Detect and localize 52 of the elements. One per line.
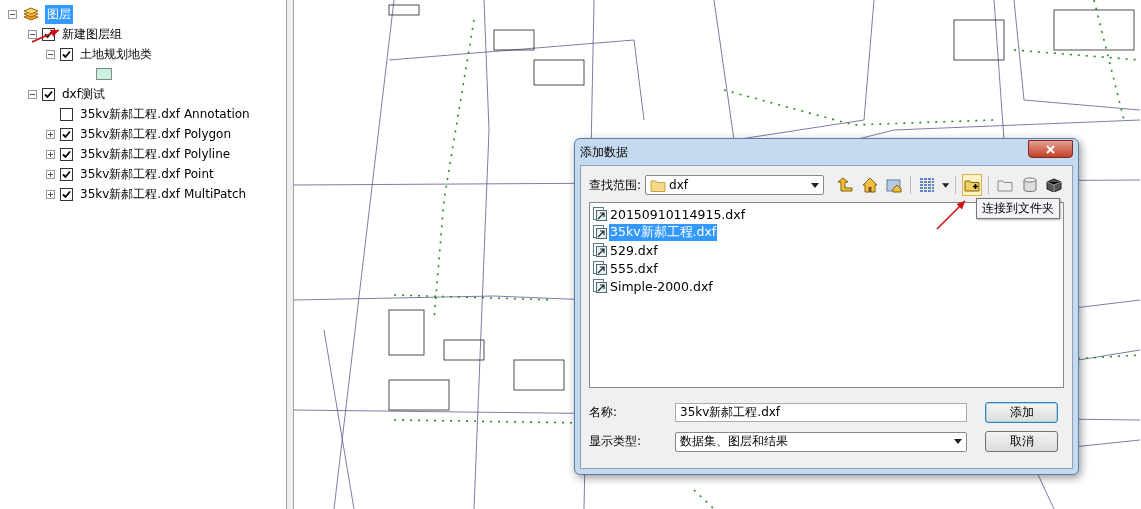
add-button[interactable]: 添加 [985, 402, 1058, 423]
layer-name[interactable]: 新建图层组 [60, 24, 124, 44]
expand-icon[interactable] [46, 129, 55, 139]
file-item[interactable]: Simple-2000.dxf [609, 278, 714, 294]
layer-name[interactable]: 35kv新郝工程.dxf Annotation [78, 104, 252, 124]
dropdown-caret-icon [941, 182, 949, 188]
dxf-file-icon [592, 278, 608, 294]
annotation-arrow [936, 200, 966, 230]
connect-folder-icon[interactable] [961, 174, 983, 196]
checkbox[interactable] [60, 187, 73, 201]
name-label: 名称: [589, 404, 619, 421]
dxf-file-icon [592, 224, 608, 240]
dxf-file-icon [592, 260, 608, 276]
look-in-label: 查找范围: [589, 176, 642, 194]
checkbox[interactable] [42, 87, 55, 101]
collapse-icon[interactable] [28, 89, 37, 99]
dxf-file-icon [592, 242, 608, 258]
dxf-file-icon [592, 206, 608, 222]
collapse-icon[interactable] [46, 49, 55, 59]
checkbox[interactable] [60, 147, 73, 161]
cancel-button[interactable]: 取消 [985, 431, 1058, 452]
file-item[interactable]: 555.dxf [609, 260, 659, 276]
layer-name[interactable]: 35kv新郝工程.dxf Polyline [78, 144, 233, 164]
folder-icon [650, 178, 667, 192]
collapse-icon[interactable] [8, 9, 17, 19]
checkbox[interactable] [60, 167, 73, 181]
collapse-icon[interactable] [28, 29, 37, 39]
tooltip: 连接到文件夹 [976, 198, 1060, 219]
layer-name[interactable]: 35kv新郝工程.dxf MultiPatch [78, 184, 249, 204]
layer-name[interactable]: 35kv新郝工程.dxf Polygon [78, 124, 234, 144]
annotation-arrow [32, 29, 60, 43]
close-button[interactable] [1028, 140, 1073, 158]
layers-icon [22, 7, 40, 21]
file-item[interactable]: 20150910114915.dxf [609, 206, 747, 222]
dropdown-caret-icon [954, 439, 962, 444]
look-in-dropdown[interactable]: dxf [645, 175, 824, 195]
checkbox[interactable] [60, 107, 73, 121]
expand-icon[interactable] [46, 189, 55, 199]
show-type-label: 显示类型: [589, 433, 643, 450]
checkbox[interactable] [60, 127, 73, 141]
expand-icon[interactable] [46, 149, 55, 159]
layer-name[interactable]: dxf测试 [60, 84, 107, 104]
checkbox[interactable] [60, 47, 73, 61]
close-icon [1046, 144, 1055, 154]
layer-name[interactable]: 土地规划地类 [78, 44, 154, 64]
name-field[interactable]: 35kv新郝工程.dxf [675, 403, 967, 422]
dialog-title: 添加数据 [580, 143, 628, 161]
file-item[interactable]: 529.dxf [609, 242, 659, 258]
layer-name[interactable]: 35kv新郝工程.dxf Point [78, 164, 216, 184]
dropdown-caret-icon [810, 182, 819, 188]
expand-icon[interactable] [46, 169, 55, 179]
show-type-dropdown[interactable]: 数据集、图层和结果 [675, 431, 967, 452]
